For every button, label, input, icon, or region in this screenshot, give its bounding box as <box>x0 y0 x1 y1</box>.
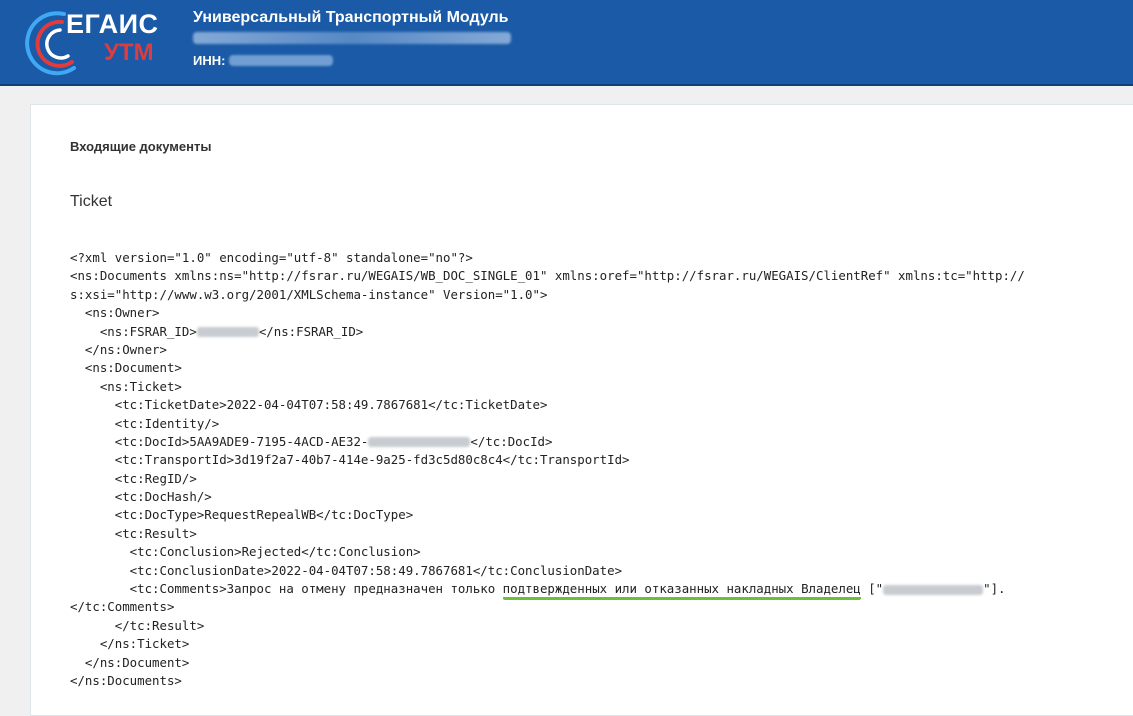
app-title: Универсальный Транспортный Модуль <box>193 9 509 26</box>
document-type-heading: Ticket <box>70 193 113 210</box>
xml-line: <ns:Owner> <box>70 305 160 321</box>
xml-fragment: </tc:DocId> <box>470 433 553 449</box>
xml-line: <tc:RegID/> <box>70 470 197 486</box>
xml-line: <tc:DocType>RequestRepealWB</tc:DocType> <box>70 507 414 523</box>
xml-fragment: "]. <box>983 581 1006 597</box>
xml-fragment: <ns:FSRAR_ID> <box>70 323 197 339</box>
xml-line: <tc:Conclusion>Rejected</tc:Conclusion> <box>70 544 421 560</box>
xml-line-docid: <tc:DocId>5AA9ADE9-7195-4ACD-AE32- </tc:D… <box>70 433 1025 451</box>
xml-line: <?xml version="1.0" encoding="utf-8" sta… <box>70 250 473 265</box>
app-header: ЕГАИС УТМ Универсальный Транспортный Мод… <box>0 0 1133 86</box>
xml-line: <tc:ConclusionDate>2022-04-04T07:58:49.7… <box>70 562 623 578</box>
xml-line: <ns:Document> <box>70 360 182 376</box>
highlighted-comment-text: подтвержденных или отказанных накладных … <box>502 581 861 601</box>
owner-id-redacted <box>883 584 984 595</box>
xml-line: <tc:Identity/> <box>70 415 220 431</box>
xml-content[interactable]: <?xml version="1.0" encoding="utf-8" sta… <box>70 249 1025 690</box>
inn-label: ИНН: <box>193 53 226 68</box>
xml-line: </ns:Ticket> <box>70 636 190 652</box>
section-title: Входящие документы <box>70 139 212 154</box>
xml-line: <tc:DocHash/> <box>70 489 212 505</box>
xml-line: </ns:Documents> <box>70 672 182 688</box>
xml-line: <ns:Ticket> <box>70 378 182 394</box>
docid-redacted <box>368 437 471 448</box>
document-panel: Входящие документы Ticket <?xml version=… <box>30 104 1133 716</box>
logo-utm-text: УТМ <box>104 39 154 66</box>
inn-row: ИНН: <box>193 52 334 70</box>
xml-line: </ns:Owner> <box>70 341 167 357</box>
xml-fragment: <tc:Comments>Запрос на отмену предназнач… <box>70 581 503 597</box>
xml-line: <tc:TransportId>3d19f2a7-40b7-414e-9a25-… <box>70 452 630 468</box>
xml-line: </tc:Result> <box>70 617 205 633</box>
inn-value-redacted <box>229 55 334 67</box>
xml-line: </ns:Document> <box>70 654 190 670</box>
xml-line-fsrar-id: <ns:FSRAR_ID> </ns:FSRAR_ID> <box>70 323 1025 341</box>
fsrar-id-redacted <box>196 327 259 338</box>
xml-line: <tc:Result> <box>70 525 197 541</box>
xml-fragment: </ns:FSRAR_ID> <box>258 323 364 339</box>
logo-egais-text: ЕГАИС <box>66 9 159 39</box>
xml-line: s:xsi="http://www.w3.org/2001/XMLSchema-… <box>70 286 548 302</box>
xml-line: </tc:Comments> <box>70 599 175 615</box>
egais-utm-logo[interactable]: ЕГАИС УТМ <box>22 6 162 76</box>
xml-line-comments: <tc:Comments>Запрос на отмену предназнач… <box>70 580 1025 601</box>
xml-line: <tc:TicketDate>2022-04-04T07:58:49.78676… <box>70 397 548 413</box>
xml-line: <ns:Documents xmlns:ns="http://fsrar.ru/… <box>70 268 1025 284</box>
xml-fragment: <tc:DocId>5AA9ADE9-7195-4ACD-AE32- <box>70 433 369 449</box>
xml-fragment: [" <box>860 581 884 597</box>
organization-name-redacted <box>193 32 511 44</box>
